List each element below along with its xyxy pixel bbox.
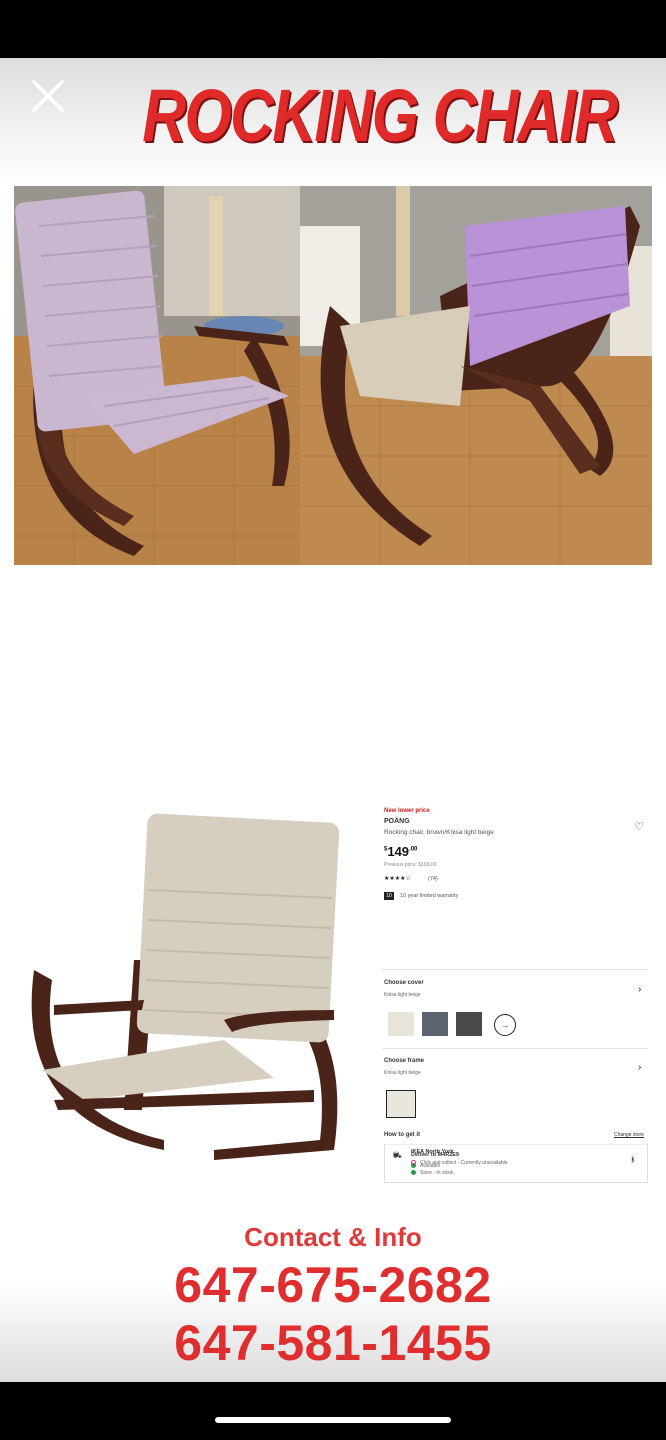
rating-stars[interactable]: ★★★★☆ — [384, 875, 411, 882]
close-icon[interactable] — [28, 76, 68, 116]
cover-value: Knisa light beige — [384, 992, 421, 998]
store-status-collect: Click and collect - Currently unavailabl… — [411, 1160, 508, 1166]
price: $149.00 — [384, 844, 418, 859]
rating-count: (74) — [428, 876, 438, 882]
chair-photo-back — [300, 186, 652, 565]
phone-number-1[interactable]: 647-675-2682 — [0, 1256, 666, 1314]
frame-label[interactable]: Choose frame — [384, 1058, 424, 1064]
store-status-instore: Store - In stock — [411, 1170, 454, 1176]
divider — [382, 969, 648, 970]
divider — [382, 1048, 648, 1049]
listing-panel: New lower price POÄNG Rocking chair, bro… — [376, 802, 648, 1175]
frame-swatch-selected[interactable] — [386, 1090, 416, 1118]
store-option[interactable]: ▭ IKEA North York Click and collect - Cu… — [384, 1144, 648, 1183]
story-frame: ROCKING CHAIR New lower price POÄNG Rock… — [0, 58, 666, 1382]
previous-price: Previous price: $169.00 — [384, 862, 437, 868]
chair-photo-front — [14, 186, 300, 565]
story-title: ROCKING CHAIR — [142, 74, 618, 157]
product-name: POÄNG — [384, 818, 410, 825]
get-it-label: How to get it — [384, 1132, 420, 1138]
chevron-right-icon[interactable]: › — [638, 984, 641, 995]
chevron-right-icon[interactable]: › — [631, 1155, 634, 1166]
warranty-icon: 10 — [384, 892, 394, 900]
price-badge: New lower price — [384, 808, 430, 814]
store-icon: ▭ — [393, 1150, 400, 1157]
cover-swatch-blue[interactable] — [422, 1012, 448, 1036]
contact-heading: Contact & Info — [244, 1222, 422, 1252]
warranty-text: 10 year limited warranty — [400, 893, 459, 899]
arrow-right-icon[interactable]: → — [494, 1014, 516, 1036]
product-description: Rocking chair, brown/Knisa light beige — [384, 829, 494, 836]
frame-value: Knisa light beige — [384, 1070, 421, 1076]
phone-number-2[interactable]: 647-581-1455 — [0, 1314, 666, 1372]
cover-swatch-dark[interactable] — [456, 1012, 482, 1036]
change-store-link[interactable]: Change store — [614, 1132, 644, 1138]
product-image — [14, 810, 350, 1170]
home-indicator[interactable] — [215, 1417, 451, 1423]
chevron-right-icon[interactable]: › — [638, 1062, 641, 1073]
cover-swatch-beige[interactable] — [388, 1012, 414, 1036]
heart-icon[interactable]: ♡ — [634, 820, 644, 833]
store-label: IKEA North York — [411, 1149, 454, 1155]
cover-label[interactable]: Choose cover — [384, 980, 424, 986]
